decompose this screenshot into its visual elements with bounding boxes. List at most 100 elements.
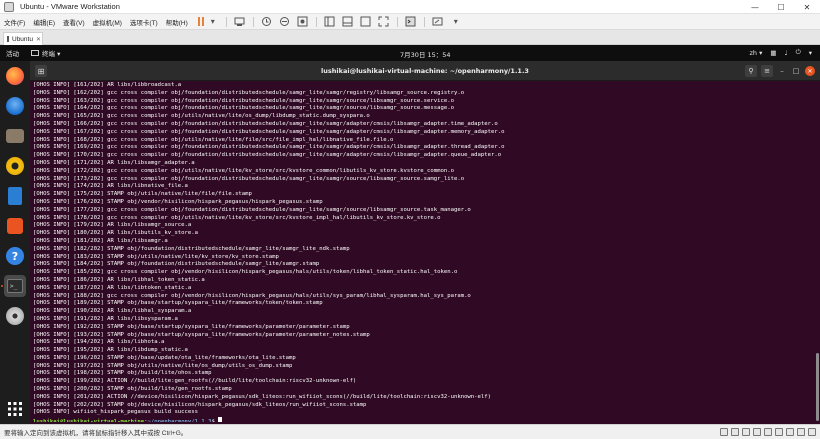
terminal-headerbar: ⊞ lushikai@lushikai-virtual-machine: ~/o… bbox=[30, 61, 820, 81]
minimize-button[interactable]: – bbox=[777, 66, 787, 76]
cdrom-icon[interactable] bbox=[731, 428, 739, 436]
stretch-icon[interactable] bbox=[808, 428, 816, 436]
menu-help[interactable]: 帮助(H) bbox=[162, 17, 192, 27]
terminal-scrollbar[interactable] bbox=[816, 353, 819, 421]
terminal-line: [OHOS INFO] [179/202] AR libs/libsamgr_s… bbox=[33, 222, 192, 229]
firefox-icon[interactable] bbox=[4, 65, 26, 87]
tab-label: Ubuntu bbox=[12, 35, 33, 43]
search-button[interactable]: ⚲ bbox=[745, 65, 757, 77]
sidebar-toggle-icon[interactable] bbox=[323, 16, 337, 28]
message-icon[interactable] bbox=[797, 428, 805, 436]
terminal-line: [OHOS INFO] [176/202] STAMP obj/vendor/h… bbox=[33, 198, 323, 205]
power-icon: ⏻ bbox=[795, 48, 801, 56]
terminal-app-icon bbox=[31, 50, 39, 56]
maximize-button[interactable]: ☐ bbox=[768, 0, 794, 14]
software-icon[interactable] bbox=[4, 215, 26, 237]
menu-view[interactable]: 查看(V) bbox=[59, 17, 89, 27]
writer-icon[interactable] bbox=[4, 185, 26, 207]
files-icon[interactable] bbox=[4, 125, 26, 147]
help-icon[interactable]: ? bbox=[4, 245, 26, 267]
app-menu[interactable]: 终端 ▾ bbox=[31, 48, 60, 58]
terminal-line: [OHOS INFO] [196/202] STAMP obj/base/upd… bbox=[33, 354, 296, 361]
terminal-title: lushikai@lushikai-virtual-machine: ~/ope… bbox=[321, 67, 529, 75]
terminal-view-icon[interactable] bbox=[404, 16, 418, 28]
terminal-line: [OHOS INFO] [169/202] gcc cross compiler… bbox=[33, 144, 505, 151]
system-tray[interactable]: zh ▾ ▦ ♩ ⏻ ▾ bbox=[749, 48, 812, 57]
hdd-icon[interactable] bbox=[720, 428, 728, 436]
dvd-icon[interactable] bbox=[4, 305, 26, 327]
terminal-line: [OHOS INFO] [175/202] STAMP obj/utils/na… bbox=[33, 191, 252, 198]
terminal-line: [OHOS INFO] [192/202] STAMP obj/base/sta… bbox=[33, 323, 350, 330]
hamburger-menu-button[interactable]: ≡ bbox=[761, 65, 773, 77]
rhythmbox-icon[interactable] bbox=[4, 155, 26, 177]
device-status-icons bbox=[720, 428, 816, 436]
menu-tabs[interactable]: 选项卡(T) bbox=[126, 17, 162, 27]
vm-icon bbox=[7, 36, 9, 42]
volume-icon: ♩ bbox=[784, 48, 788, 57]
display-icon[interactable] bbox=[786, 428, 794, 436]
dropdown-arrow-icon[interactable]: ▾ bbox=[206, 16, 220, 28]
minimize-button[interactable]: — bbox=[742, 0, 768, 14]
thunderbird-icon[interactable] bbox=[4, 95, 26, 117]
maximize-button[interactable]: □ bbox=[791, 66, 801, 76]
terminal-line: [OHOS INFO] [187/202] AR libs/libtoken_s… bbox=[33, 284, 192, 291]
terminal-line: [OHOS INFO] [191/202] AR libs/libsyspara… bbox=[33, 315, 178, 322]
terminal-line: [OHOS INFO] [195/202] AR libs/libdump_st… bbox=[33, 347, 188, 354]
terminal-line: [OHOS INFO] [202/202] STAMP obj/device/h… bbox=[33, 401, 367, 408]
snapshot-icon[interactable] bbox=[260, 16, 274, 28]
tab-ubuntu[interactable]: Ubuntu ✕ bbox=[3, 32, 43, 45]
chevron-down-icon: ▾ bbox=[808, 48, 812, 57]
usb-icon[interactable] bbox=[753, 428, 761, 436]
terminal-prompt[interactable]: lushikai@lushikai-virtual-machine:~/open… bbox=[33, 417, 813, 422]
terminal-icon[interactable]: >_ bbox=[4, 275, 26, 297]
terminal-line: [OHOS INFO] [168/202] gcc cross compiler… bbox=[33, 136, 394, 143]
vmware-tabbar: Ubuntu ✕ bbox=[0, 30, 820, 45]
terminal-line: [OHOS INFO] [161/202] AR libs/libbroadca… bbox=[33, 82, 182, 88]
terminal-output[interactable]: [OHOS INFO] [161/202] AR libs/libbroadca… bbox=[33, 82, 813, 422]
sound-icon[interactable] bbox=[764, 428, 772, 436]
terminal-controls: ⚲ ≡ – □ ✕ bbox=[745, 65, 815, 77]
terminal-line: [OHOS INFO] [165/202] gcc cross compiler… bbox=[33, 113, 370, 120]
terminal-window: ⊞ lushikai@lushikai-virtual-machine: ~/o… bbox=[30, 61, 820, 424]
close-button[interactable]: ✕ bbox=[805, 66, 815, 76]
terminal-line: [OHOS INFO] [167/202] gcc cross compiler… bbox=[33, 128, 505, 135]
terminal-line: [OHOS INFO] [163/202] gcc cross compiler… bbox=[33, 97, 454, 104]
printer-icon[interactable] bbox=[775, 428, 783, 436]
terminal-line: [OHOS INFO] [183/202] STAMP obj/utils/na… bbox=[33, 253, 279, 260]
terminal-line: [OHOS INFO] [201/202] ACTION //device/hi… bbox=[33, 393, 492, 400]
terminal-line: [OHOS INFO] [197/202] STAMP obj/utils/na… bbox=[33, 362, 293, 369]
clock[interactable]: 7月30日 15：54 bbox=[400, 49, 451, 59]
window-title: Ubuntu - VMware Workstation bbox=[20, 2, 120, 11]
terminal-line: [OHOS INFO] [198/202] STAMP obj/build/li… bbox=[33, 370, 212, 377]
terminal-line: [OHOS INFO] [193/202] STAMP obj/base/sta… bbox=[33, 331, 370, 338]
terminal-line: [OHOS INFO] [181/202] AR libs/libsamgr.a bbox=[33, 237, 168, 244]
terminal-line: [OHOS INFO] [194/202] AR libs/libhota.a bbox=[33, 339, 165, 346]
input-method-indicator[interactable]: zh ▾ bbox=[749, 49, 762, 57]
terminal-line: [OHOS INFO] [164/202] gcc cross compiler… bbox=[33, 105, 454, 112]
terminal-line: [OHOS INFO] [186/202] AR libs/libhal_tok… bbox=[33, 276, 205, 283]
terminal-line: [OHOS INFO] [178/202] gcc cross compiler… bbox=[33, 214, 441, 221]
terminal-line: [OHOS INFO] [190/202] AR libs/libhal_sys… bbox=[33, 308, 192, 315]
prompt-path: ~/openharmony/1.1.3 bbox=[148, 419, 212, 422]
app-grid-icon[interactable] bbox=[4, 398, 26, 420]
terminal-line: [OHOS INFO] [166/202] gcc cross compiler… bbox=[33, 120, 498, 127]
revert-snapshot-icon[interactable] bbox=[278, 16, 292, 28]
network-adapter-icon[interactable] bbox=[742, 428, 750, 436]
dropdown-arrow-icon[interactable]: ▾ bbox=[449, 16, 463, 28]
console-view-icon[interactable] bbox=[359, 16, 373, 28]
menu-file[interactable]: 文件(F) bbox=[0, 17, 29, 27]
activities-button[interactable]: 活动 bbox=[6, 48, 19, 58]
close-button[interactable]: ✕ bbox=[794, 0, 820, 14]
stretch-guest-icon[interactable] bbox=[431, 16, 445, 28]
menu-edit[interactable]: 编辑(E) bbox=[29, 17, 59, 27]
menu-vm[interactable]: 虚拟机(M) bbox=[89, 17, 126, 27]
thumbnail-icon[interactable] bbox=[341, 16, 355, 28]
full-screen-icon[interactable] bbox=[377, 16, 391, 28]
terminal-line: [OHOS INFO] [172/202] gcc cross compiler… bbox=[33, 167, 454, 174]
close-tab-icon[interactable]: ✕ bbox=[36, 36, 41, 43]
vmware-menubar: 文件(F) 编辑(E) 查看(V) 虚拟机(M) 选项卡(T) 帮助(H) ▾ … bbox=[0, 14, 820, 30]
snapshot-manager-icon[interactable] bbox=[296, 16, 310, 28]
pause-icon[interactable] bbox=[197, 17, 204, 26]
text-cursor bbox=[218, 417, 223, 422]
send-ctrl-alt-del-icon[interactable] bbox=[233, 16, 247, 28]
